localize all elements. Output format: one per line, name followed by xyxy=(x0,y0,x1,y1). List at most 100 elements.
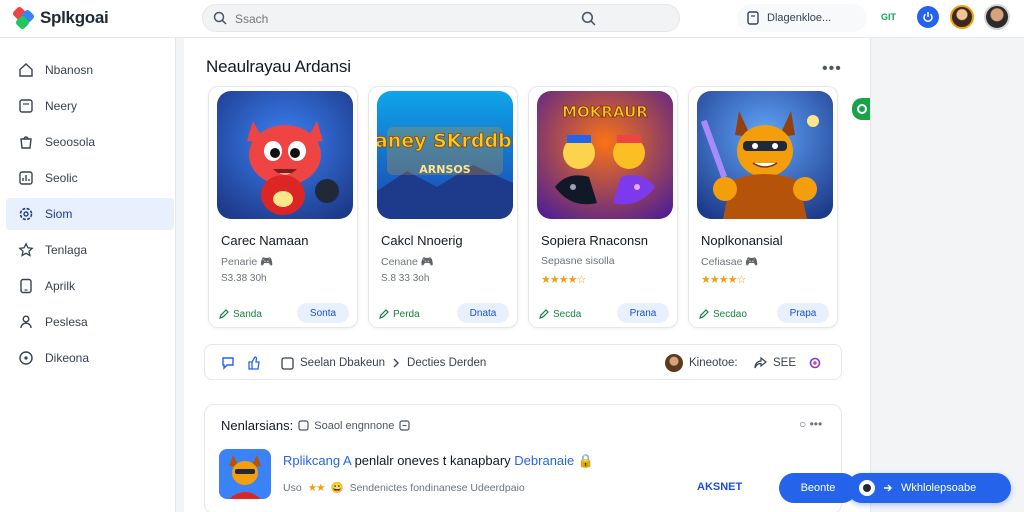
main-content: Neaulrayau Ardansi ••• Carec Namaan Pena… xyxy=(184,38,872,512)
primary-action-button[interactable]: Beonte xyxy=(779,473,857,503)
pencil-icon xyxy=(379,309,389,319)
game-card[interactable]: Carec Namaan Penarie 🎮 S3.38 30h Sanda S… xyxy=(208,86,358,328)
user-chip[interactable]: Kineotoe: xyxy=(665,345,738,381)
sidebar-item-news[interactable]: Neery xyxy=(6,90,174,122)
carousel-next-button[interactable] xyxy=(852,98,872,120)
section-title: Neaulrayau Ardansi xyxy=(206,57,351,76)
primary-action-label: Beonte xyxy=(800,482,836,494)
sidebar-item-settings[interactable]: Siom xyxy=(6,198,174,230)
share-button[interactable]: SEE xyxy=(753,345,796,381)
result-thumbnail[interactable] xyxy=(219,449,271,499)
like-button[interactable] xyxy=(247,345,261,381)
result-meta-label: Uso xyxy=(283,481,302,494)
tablet-icon xyxy=(20,278,32,294)
card-action-label: Perda xyxy=(393,308,420,320)
card-title: Cakcl Nnoerig xyxy=(381,233,463,248)
medal-icon: 😀 xyxy=(330,482,344,494)
card-title: Carec Namaan xyxy=(221,233,309,248)
card-subtitle: Penarie 🎮 xyxy=(221,256,274,268)
avatar xyxy=(859,480,875,496)
card-secondary-label: Dnata xyxy=(469,307,497,319)
person-icon xyxy=(20,315,32,329)
game-card[interactable]: MOKRAUR Sopiera Rnaconsn Sepasne sisolla… xyxy=(528,86,678,328)
account-label: Dlagenkloe... xyxy=(767,12,832,24)
sidebar-item-label: Peslesa xyxy=(45,315,88,329)
game-art-red-fox xyxy=(217,91,353,219)
card-action-label: Secdao xyxy=(713,308,747,320)
star-rating: ★★★★☆ xyxy=(541,274,586,286)
sidebar-item-label: Seolic xyxy=(45,171,78,185)
share-icon xyxy=(754,356,767,369)
assist-link[interactable]: AKSNET xyxy=(697,481,742,493)
avatar[interactable] xyxy=(950,5,974,29)
comment-button[interactable] xyxy=(221,345,235,381)
card-secondary-button[interactable]: Prana xyxy=(617,303,669,323)
panel-title: Nenlarsians: xyxy=(221,418,294,433)
sidebar-item-store[interactable]: Seoosola xyxy=(6,126,174,158)
sidebar-item-stats[interactable]: Seolic xyxy=(6,162,174,194)
card-subtitle: Sepasne sisolla xyxy=(541,255,615,267)
sidebar-item-history[interactable]: Dikeona xyxy=(6,342,174,374)
sidebar-item-favorites[interactable]: Tenlaga xyxy=(6,234,174,266)
checkbox-icon xyxy=(281,356,294,370)
search-submit-icon[interactable] xyxy=(581,11,596,26)
card-action-button[interactable]: Secdao xyxy=(699,305,747,323)
search-bar[interactable] xyxy=(202,4,680,32)
account-chip[interactable]: Dlagenkloe... xyxy=(737,4,867,32)
user-avatar[interactable] xyxy=(984,4,1010,30)
card-secondary-button[interactable]: Prapa xyxy=(777,303,829,323)
more-options-button[interactable]: ••• xyxy=(822,60,842,78)
search-input[interactable] xyxy=(235,10,535,28)
panel-header: Nenlarsians: Soaol engnnone xyxy=(221,418,411,433)
sidebar-item-home[interactable]: Nbanosn xyxy=(6,54,174,86)
breadcrumb[interactable]: Seelan Dbakeun Decties Derden xyxy=(281,345,486,381)
game-card[interactable]: Haney SKrddbia ARNSOS Cakcl Nnoerig Cena… xyxy=(368,86,518,328)
app-name: Splkgoai xyxy=(40,8,109,27)
result-link[interactable]: Debranaie xyxy=(514,453,574,468)
card-secondary-label: Prapa xyxy=(789,307,817,319)
game-art-gamepad: MOKRAUR xyxy=(537,91,673,219)
sidebar-item-apps[interactable]: Aprilk xyxy=(6,270,174,302)
status-badge: GIT xyxy=(881,12,896,22)
refresh-icon[interactable] xyxy=(399,420,411,431)
result-title[interactable]: Rplikcang A penlalr oneves t kanapbary D… xyxy=(283,453,594,469)
card-subtitle: Cenane 🎮 xyxy=(381,256,434,268)
search-icon xyxy=(213,11,227,25)
sparkle-icon xyxy=(809,357,821,369)
game-card[interactable]: Noplkonansial Cefiasae 🎮 ★★★★☆ Secdao Pr… xyxy=(688,86,838,328)
star-icon xyxy=(18,242,34,257)
sidebar: Nbanosn Neery Seoosola Seolic Siom Tenla… xyxy=(0,38,176,512)
breadcrumb-item[interactable]: Seelan Dbakeun xyxy=(300,357,385,369)
result-meta: Uso ★★ 😀 Sendenictes fondinanese Udeerdp… xyxy=(283,481,525,495)
comment-icon xyxy=(222,357,234,370)
breadcrumb-item[interactable]: Decties Derden xyxy=(407,357,486,369)
game-art-warrior xyxy=(697,91,833,219)
power-button[interactable] xyxy=(917,6,939,28)
sidebar-item-label: Seoosola xyxy=(45,135,96,149)
news-icon xyxy=(19,99,33,113)
sidebar-item-people[interactable]: Peslesa xyxy=(6,306,174,338)
lock-icon: 🔒 xyxy=(577,453,595,468)
floating-action-button[interactable]: Wkhlolepsoabe xyxy=(847,473,1011,503)
thumbs-up-icon xyxy=(248,356,260,370)
card-secondary-label: Sonta xyxy=(309,307,337,319)
assistant-button[interactable] xyxy=(809,345,821,381)
sidebar-item-label: Dikeona xyxy=(45,351,90,365)
star-rating: ★★★★☆ xyxy=(701,274,746,286)
result-link[interactable]: Rplikcang A xyxy=(283,453,351,468)
right-gutter xyxy=(870,38,1024,512)
card-action-button[interactable]: Sanda xyxy=(219,305,262,323)
card-action-label: Sanda xyxy=(233,308,262,320)
card-action-button[interactable]: Secda xyxy=(539,305,581,323)
app-logo[interactable]: Splkgoai xyxy=(11,5,109,31)
card-action-button[interactable]: Perda xyxy=(379,305,420,323)
top-bar: Splkgoai Dlagenkloe... GIT xyxy=(0,0,1024,38)
card-secondary-button[interactable]: Dnata xyxy=(457,303,509,323)
card-meta: S3.38 30h xyxy=(221,273,267,284)
pencil-icon xyxy=(219,309,229,319)
game-art-title: Haney SKrddbia xyxy=(377,130,513,152)
card-subtitle: Cefiasae 🎮 xyxy=(701,256,759,268)
card-secondary-button[interactable]: Sonta xyxy=(297,303,349,323)
card-secondary-label: Prana xyxy=(629,307,657,319)
panel-more-button[interactable]: ○ ••• xyxy=(799,417,822,431)
